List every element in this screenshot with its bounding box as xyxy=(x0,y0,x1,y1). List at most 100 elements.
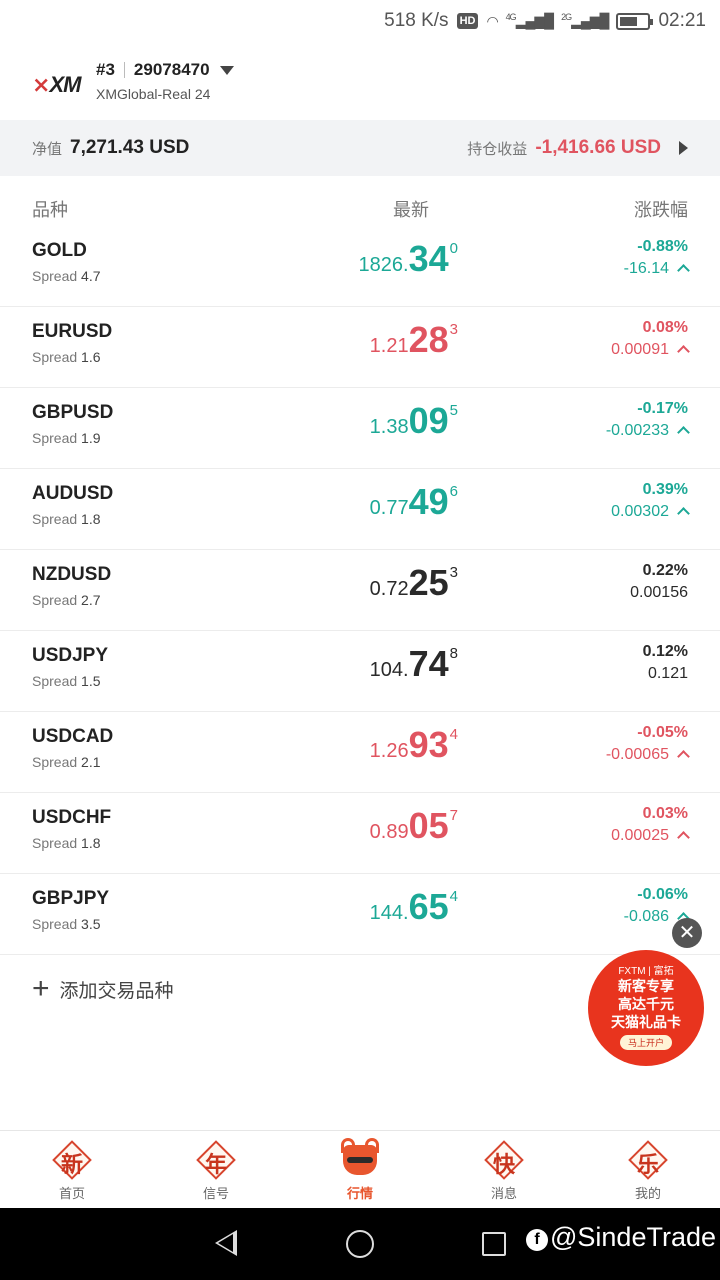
quote-spread: Spread 2.7 xyxy=(32,592,101,608)
hd-badge: HD xyxy=(456,13,479,29)
caret-down-icon[interactable] xyxy=(219,65,234,75)
quote-spread: Spread 1.9 xyxy=(32,430,101,446)
pnl-label: 持仓收益 xyxy=(467,140,528,158)
recent-apps-icon[interactable] xyxy=(482,1232,506,1256)
account-header[interactable]: ⨯XM #3 29078470 XMGlobal-Real 24 xyxy=(0,42,720,120)
account-selector[interactable]: #3 29078470 xyxy=(96,60,234,80)
status-bar: 518 K/s HD ◠ 4G▂▄▆█ 2G▂▄▆█ 02:21 xyxy=(0,0,720,42)
bottom-nav: 新 首页 年 信号 行情 快 消息 乐 我的 xyxy=(0,1130,720,1208)
quote-list: GOLD Spread 4.7 1826.340 -0.88% -16.14 EU… xyxy=(0,226,720,955)
promo-cta[interactable]: 马上开户 xyxy=(619,1035,672,1050)
equity-label: 净值 xyxy=(32,140,63,158)
watermark: f @SindeTrade xyxy=(526,1222,716,1253)
quote-row[interactable]: EURUSD Spread 1.6 1.21283 0.08% 0.00091 xyxy=(0,307,720,388)
nav-label: 消息 xyxy=(490,1186,517,1201)
quote-row[interactable]: AUDUSD Spread 1.8 0.77496 0.39% 0.00302 xyxy=(0,469,720,550)
quote-price: 0.77496 xyxy=(369,481,458,522)
chevron-up-icon xyxy=(677,750,690,763)
quote-symbol: EURUSD xyxy=(32,321,113,342)
quote-spread: Spread 2.1 xyxy=(32,754,101,770)
signals-icon: 年 xyxy=(196,1140,236,1180)
quote-symbol: USDCHF xyxy=(32,807,112,828)
quote-change: 0.08% 0.00091 xyxy=(611,319,690,358)
chevron-up-icon xyxy=(677,507,690,520)
home-icon: 新 xyxy=(52,1140,92,1180)
promo-line2: 高达千元 xyxy=(618,996,674,1012)
back-icon[interactable] xyxy=(215,1230,237,1256)
chevron-right-icon[interactable] xyxy=(679,141,688,155)
wifi-icon: ◠ xyxy=(486,12,498,29)
quote-price: 0.89057 xyxy=(369,805,458,846)
network-speed: 518 K/s xyxy=(384,10,449,31)
quote-price: 1.38095 xyxy=(369,400,458,441)
nav-label: 信号 xyxy=(202,1186,229,1201)
chevron-up-icon xyxy=(677,831,690,844)
watermark-logo-icon: f xyxy=(526,1229,548,1251)
quote-change: -0.05% -0.00065 xyxy=(605,724,690,763)
column-instrument: 品种 xyxy=(32,200,68,220)
bull-icon xyxy=(341,1138,379,1179)
nav-label: 我的 xyxy=(634,1186,661,1201)
quote-symbol: GBPJPY xyxy=(32,888,110,909)
quote-price: 1.26934 xyxy=(369,724,458,765)
quote-change: 0.03% 0.00025 xyxy=(611,805,690,844)
account-index: #3 xyxy=(96,60,115,79)
promo-badge[interactable]: FXTM | 富拓 新客专享 高达千元 天猫礼品卡 马上开户 xyxy=(588,950,704,1066)
quote-row[interactable]: GBPUSD Spread 1.9 1.38095 -0.17% -0.00233 xyxy=(0,388,720,469)
quote-symbol: USDJPY xyxy=(32,645,109,666)
chevron-up-icon xyxy=(677,426,690,439)
chevron-up-icon xyxy=(677,345,690,358)
broker-logo: ⨯XM xyxy=(32,72,81,97)
equity-bar[interactable]: 净值 7,271.43 USD 持仓收益 -1,416.66 USD xyxy=(0,120,720,176)
quote-symbol: GOLD xyxy=(32,240,87,261)
home-circle-icon[interactable] xyxy=(346,1230,374,1258)
quote-price: 0.72253 xyxy=(369,562,458,603)
quote-spread: Spread 3.5 xyxy=(32,916,101,932)
quote-change: 0.12% 0.121 xyxy=(642,643,688,682)
nav-item-signals[interactable]: 年 信号 xyxy=(144,1131,288,1208)
quote-change: 0.39% 0.00302 xyxy=(611,481,690,520)
quote-row[interactable]: NZDUSD Spread 2.7 0.72253 0.22% 0.00156 xyxy=(0,550,720,631)
column-change: 涨跌幅 xyxy=(634,200,688,220)
quote-change: 0.22% 0.00156 xyxy=(630,562,688,601)
promo-brand: FXTM | 富拓 xyxy=(618,966,674,977)
quote-spread: Spread 4.7 xyxy=(32,268,101,284)
quote-price: 144.654 xyxy=(369,886,458,927)
close-icon[interactable]: ✕ xyxy=(672,918,702,948)
quote-symbol: USDCAD xyxy=(32,726,114,747)
account-server: XMGlobal-Real 24 xyxy=(96,86,211,102)
signal-4g-icon: 4G▂▄▆█ xyxy=(505,12,554,29)
nav-item-quotes[interactable]: 行情 xyxy=(288,1131,432,1208)
quote-row[interactable]: GOLD Spread 4.7 1826.340 -0.88% -16.14 xyxy=(0,226,720,307)
nav-item-profile[interactable]: 乐 我的 xyxy=(576,1131,720,1208)
equity-value: 7,271.43 USD xyxy=(70,137,190,158)
quote-price: 1826.340 xyxy=(358,238,458,279)
system-nav-bar: f @SindeTrade xyxy=(0,1208,720,1280)
quote-row[interactable]: GBPJPY Spread 3.5 144.654 -0.06% -0.086 xyxy=(0,874,720,955)
promo-line1: 新客专享 xyxy=(618,978,674,994)
account-number: 29078470 xyxy=(133,60,210,79)
nav-item-messages[interactable]: 快 消息 xyxy=(432,1131,576,1208)
signal-2g-icon: 2G▂▄▆█ xyxy=(561,12,609,29)
nav-label: 首页 xyxy=(58,1186,85,1201)
quote-row[interactable]: USDCHF Spread 1.8 0.89057 0.03% 0.00025 xyxy=(0,793,720,874)
add-instrument-button[interactable]: + 添加交易品种 xyxy=(32,974,174,1004)
promo-line3: 天猫礼品卡 xyxy=(611,1014,681,1030)
quote-spread: Spread 1.8 xyxy=(32,835,101,851)
quote-price: 104.748 xyxy=(369,643,458,684)
profile-icon: 乐 xyxy=(628,1140,668,1180)
add-instrument-label: 添加交易品种 xyxy=(59,980,174,1002)
quote-symbol: GBPUSD xyxy=(32,402,114,423)
nav-item-home[interactable]: 新 首页 xyxy=(0,1131,144,1208)
quote-row[interactable]: USDCAD Spread 2.1 1.26934 -0.05% -0.00065 xyxy=(0,712,720,793)
clock: 02:21 xyxy=(658,10,706,31)
column-latest: 最新 xyxy=(393,200,429,220)
quote-change: -0.88% -16.14 xyxy=(623,238,690,277)
quote-row[interactable]: USDJPY Spread 1.5 104.748 0.12% 0.121 xyxy=(0,631,720,712)
divider xyxy=(123,62,125,78)
quote-change: -0.17% -0.00233 xyxy=(605,400,690,439)
quote-spread: Spread 1.6 xyxy=(32,349,101,365)
pnl-value: -1,416.66 USD xyxy=(535,137,661,158)
messages-icon: 快 xyxy=(484,1140,524,1180)
quote-column-header: 品种 最新 涨跌幅 xyxy=(0,186,720,226)
